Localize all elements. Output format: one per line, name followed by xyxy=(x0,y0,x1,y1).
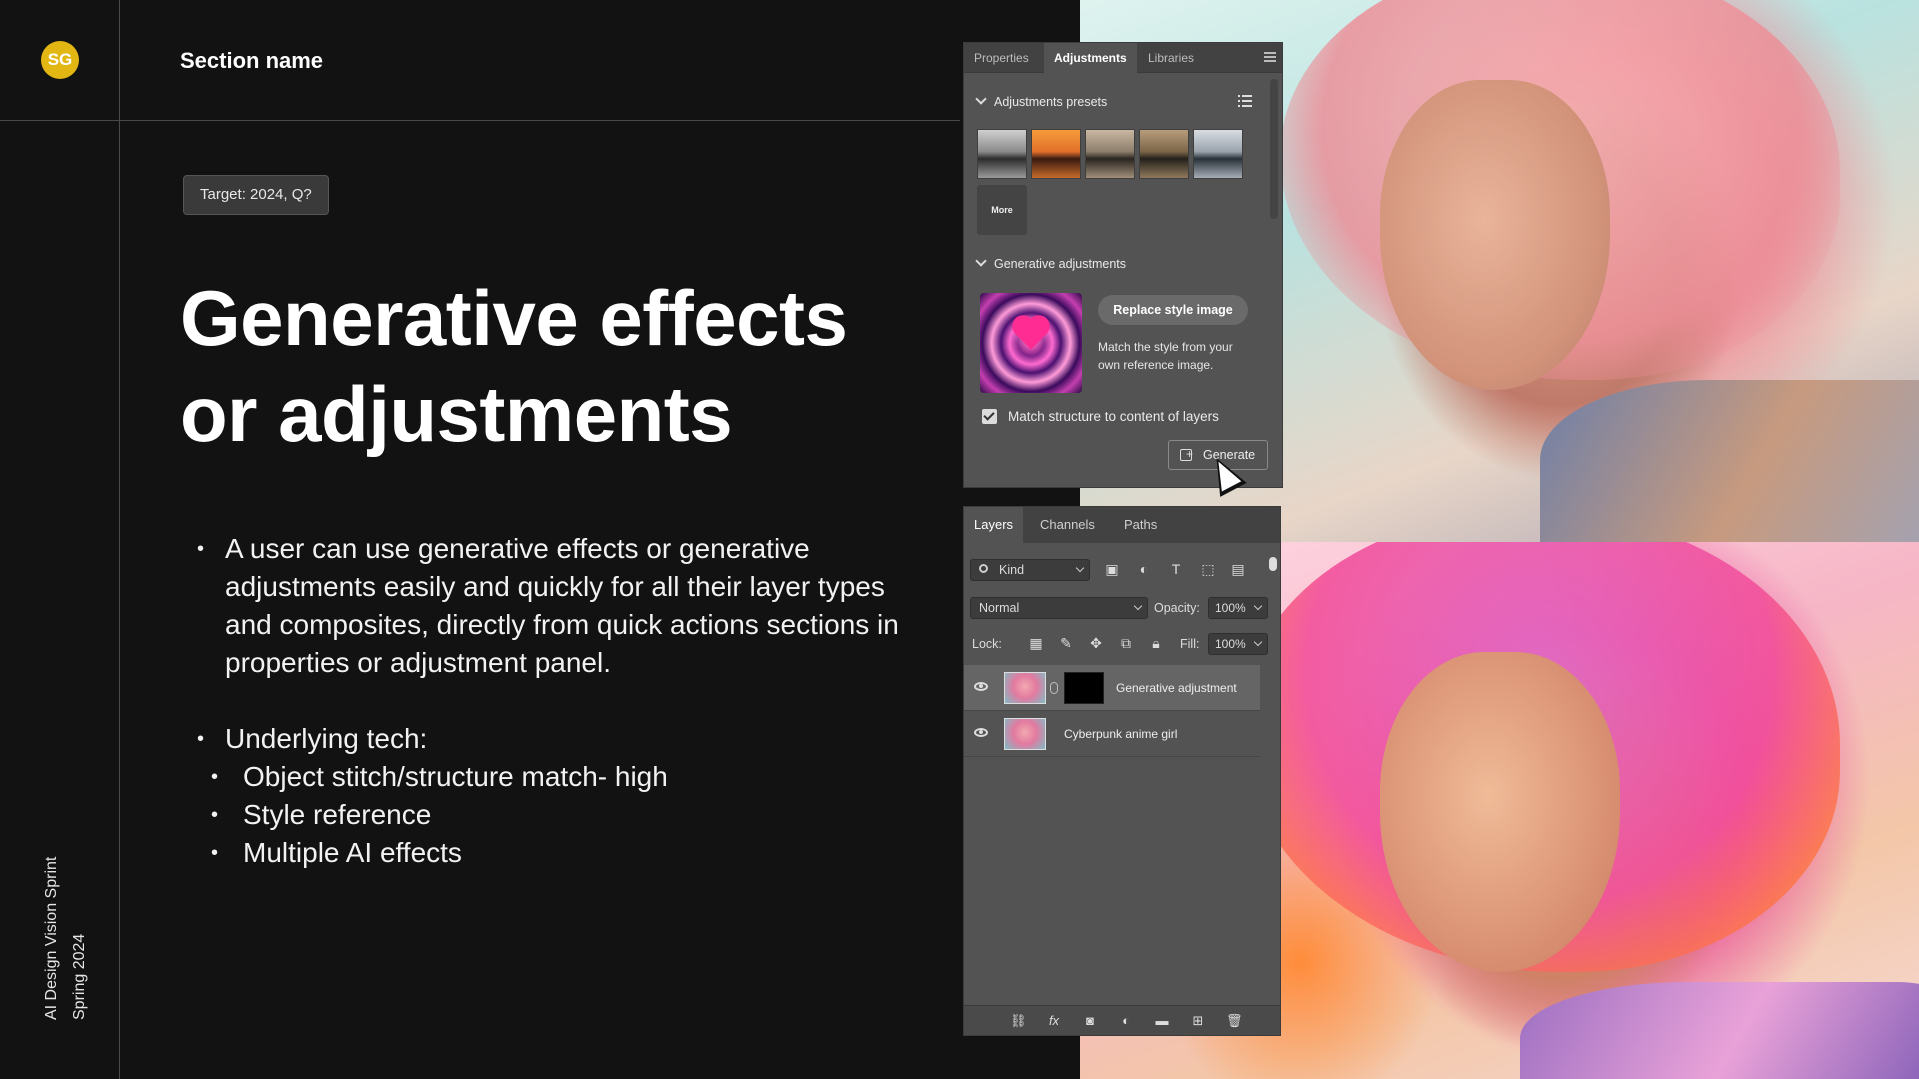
chevron-down-icon xyxy=(975,255,987,267)
title-line-1: Generative effects xyxy=(180,274,848,362)
target-badge: Target: 2024, Q? xyxy=(183,175,329,215)
layers-panel: Layers Channels Paths Kind ▣ ◐ T ⬚ ▤ Nor… xyxy=(963,506,1281,1036)
new-layer-icon[interactable]: ⊞ xyxy=(1190,1013,1206,1029)
scrollbar[interactable] xyxy=(1270,79,1278,219)
logo-avatar: SG xyxy=(41,41,79,79)
opacity-input[interactable]: 100% xyxy=(1208,597,1268,619)
layer-name: Cyberpunk anime girl xyxy=(1064,727,1178,741)
smart-object-filter-icon[interactable]: ▤ xyxy=(1230,561,1246,577)
style-description: Match the style from your own reference … xyxy=(1098,340,1233,372)
tab-libraries[interactable]: Libraries xyxy=(1138,43,1204,73)
heart-icon xyxy=(1015,318,1047,350)
generate-icon xyxy=(1180,440,1193,468)
lock-label: Lock: xyxy=(972,637,1002,651)
footer-vertical-text: AI Design Vision Sprint Spring 2024 xyxy=(38,857,94,1020)
lock-all-icon[interactable]: 🔒︎ xyxy=(1148,635,1164,651)
chevron-down-icon xyxy=(1075,563,1085,573)
lock-position-icon[interactable]: ✥ xyxy=(1088,635,1104,651)
sub-bullet-list: Object stitch/structure match- high Styl… xyxy=(195,758,915,872)
visibility-eye-icon[interactable] xyxy=(974,728,988,737)
chevron-down-icon xyxy=(975,93,987,105)
blend-mode-select[interactable]: Normal xyxy=(970,597,1148,619)
adjustment-filter-icon[interactable]: ◐ xyxy=(1136,561,1152,577)
title-line-2: or adjustments xyxy=(180,370,733,458)
preset-thumbnail[interactable] xyxy=(1193,129,1243,179)
opacity-value: 100% xyxy=(1215,601,1246,615)
fx-icon[interactable]: fx xyxy=(1046,1013,1062,1029)
filter-kind-select[interactable]: Kind xyxy=(970,559,1090,581)
preset-thumbnail[interactable] xyxy=(1031,129,1081,179)
sub-bullet-item: Multiple AI effects xyxy=(209,834,915,872)
page-title: Generative effects or adjustments xyxy=(180,270,940,462)
preset-thumbnail[interactable] xyxy=(1085,129,1135,179)
jacket-shape xyxy=(1520,982,1919,1079)
folder-icon[interactable]: ▬ xyxy=(1154,1013,1170,1029)
jacket-shape xyxy=(1540,380,1919,542)
opacity-label: Opacity: xyxy=(1154,601,1200,615)
tab-layers[interactable]: Layers xyxy=(964,507,1024,543)
layer-thumbnail xyxy=(1004,672,1046,704)
fill-value: 100% xyxy=(1215,637,1246,651)
adjustment-layer-icon[interactable]: ◐ xyxy=(1118,1013,1134,1029)
presets-heading: Adjustments presets xyxy=(994,95,1108,109)
replace-style-image-button[interactable]: Replace style image xyxy=(1098,295,1248,325)
bullet-item: Underlying tech: xyxy=(195,720,915,758)
bullet-item: A user can use generative effects or gen… xyxy=(195,530,915,682)
tab-adjustments[interactable]: Adjustments xyxy=(1044,43,1137,73)
visibility-eye-icon[interactable] xyxy=(974,682,988,691)
tab-paths[interactable]: Paths xyxy=(1114,507,1167,543)
panel-tabbar: Properties Adjustments Libraries xyxy=(964,43,1282,73)
footer-line-1: AI Design Vision Sprint xyxy=(43,856,60,1020)
image-filter-icon[interactable]: ▣ xyxy=(1104,561,1120,577)
style-reference-image[interactable] xyxy=(980,293,1082,393)
face-shape xyxy=(1380,652,1620,972)
more-presets-button[interactable]: More xyxy=(977,185,1027,235)
search-icon xyxy=(979,564,988,573)
filter-kind-value: Kind xyxy=(999,563,1025,577)
top-divider xyxy=(0,120,960,121)
generative-section-header[interactable]: Generative adjustments xyxy=(974,255,1127,271)
blend-mode-value: Normal xyxy=(979,601,1020,615)
panel-menu-icon[interactable] xyxy=(1264,52,1276,62)
link-layers-icon[interactable]: ⛓ xyxy=(1010,1013,1027,1029)
lock-paint-icon[interactable]: ✎ xyxy=(1058,635,1074,651)
match-structure-label: Match structure to content of layers xyxy=(1008,409,1219,424)
bullet-list: A user can use generative effects or gen… xyxy=(195,530,915,872)
sub-bullet-item: Style reference xyxy=(209,796,915,834)
trash-icon[interactable]: 🗑︎ xyxy=(1226,1013,1243,1029)
type-filter-icon[interactable]: T xyxy=(1168,561,1184,577)
fill-label: Fill: xyxy=(1180,637,1200,651)
chevron-down-icon xyxy=(1253,637,1263,647)
presets-section-header[interactable]: Adjustments presets xyxy=(974,93,1108,109)
sub-bullet-item: Object stitch/structure match- high xyxy=(209,758,915,796)
filter-toggle[interactable] xyxy=(1269,557,1277,571)
tab-properties[interactable]: Properties xyxy=(964,43,1039,73)
match-structure-checkbox[interactable] xyxy=(982,409,997,424)
layer-thumbnail xyxy=(1004,718,1046,750)
tab-channels[interactable]: Channels xyxy=(1030,507,1105,543)
preset-thumbnail[interactable] xyxy=(977,129,1027,179)
layers-bottom-toolbar: ⛓ fx ◙ ◐ ▬ ⊞ 🗑︎ xyxy=(964,1005,1280,1035)
fill-input[interactable]: 100% xyxy=(1208,633,1268,655)
layers-tabbar: Layers Channels Paths xyxy=(964,507,1280,543)
layer-name: Generative adjustment xyxy=(1116,681,1237,695)
chevron-down-icon xyxy=(1253,601,1263,611)
preset-thumbnail[interactable] xyxy=(1139,129,1189,179)
layer-mask-thumbnail[interactable] xyxy=(1064,672,1104,704)
chevron-down-icon xyxy=(1133,601,1143,611)
lock-artboard-icon[interactable]: ⧉ xyxy=(1118,635,1134,651)
add-mask-icon[interactable]: ◙ xyxy=(1082,1013,1098,1029)
footer-line-2: Spring 2024 xyxy=(71,933,88,1020)
link-chain-icon[interactable] xyxy=(1050,682,1058,694)
shape-filter-icon[interactable]: ⬚ xyxy=(1200,561,1216,577)
adjustments-panel: Properties Adjustments Libraries Adjustm… xyxy=(963,42,1283,488)
list-view-icon[interactable] xyxy=(1238,95,1252,109)
face-shape xyxy=(1380,80,1610,390)
generative-heading: Generative adjustments xyxy=(994,257,1127,271)
layer-row[interactable]: Cyberpunk anime girl xyxy=(964,711,1260,757)
section-name: Section name xyxy=(180,48,324,73)
layer-row[interactable]: Generative adjustment xyxy=(964,665,1260,711)
lock-transparent-icon[interactable]: ▦ xyxy=(1028,635,1044,651)
